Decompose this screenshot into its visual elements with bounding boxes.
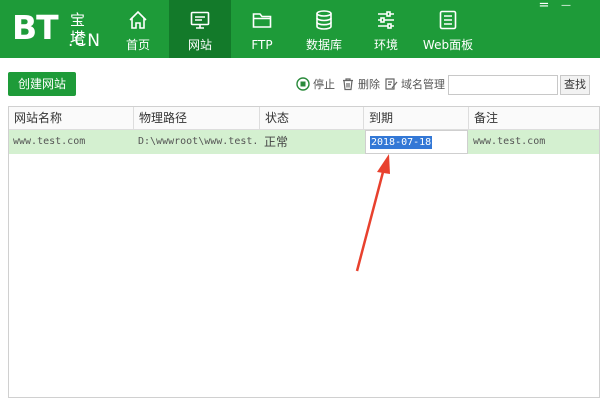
delete-button[interactable]: 删除 (341, 77, 380, 93)
cell-path[interactable]: D:\wwwroot\www.test... (134, 130, 260, 154)
column-header-status[interactable]: 状态 (260, 107, 364, 129)
search-input[interactable] (448, 75, 558, 95)
monitor-icon (190, 11, 210, 29)
nav-label-website: 网站 (187, 38, 212, 52)
nav-label-web-panel: Web面板 (422, 38, 474, 52)
create-website-button[interactable]: 创建网站 (8, 72, 76, 96)
cell-status[interactable]: 正常 (260, 130, 364, 154)
cell-site-name[interactable]: www.test.com (9, 130, 134, 154)
stop-label: 停止 (313, 78, 335, 91)
stop-icon (296, 77, 310, 91)
expiry-edit-field[interactable]: 2018-07-18 (365, 130, 468, 154)
window-menu-button[interactable]: = (535, 0, 553, 14)
trash-icon (343, 78, 353, 91)
nav-label-database: 数据库 (305, 38, 342, 52)
nav-item-web-panel[interactable]: Web面板 (417, 0, 479, 58)
nav-item-home[interactable]: 首页 (107, 0, 169, 58)
column-header-expiry[interactable]: 到期 (364, 107, 469, 129)
panel-list-icon (439, 10, 457, 30)
search-button[interactable]: 查找 (560, 75, 590, 95)
top-header: BT 宝塔 .CN 首页 网站 FTP 数据库 环境 Web面板 = — (0, 0, 600, 58)
delete-label: 删除 (358, 78, 380, 91)
nav-item-website[interactable]: 网站 (169, 0, 231, 58)
column-header-site-name[interactable]: 网站名称 (9, 107, 134, 129)
nav-item-environment[interactable]: 环境 (355, 0, 417, 58)
table-row[interactable]: www.test.com D:\wwwroot\www.test... 正常 2… (9, 130, 599, 154)
column-header-note[interactable]: 备注 (469, 107, 599, 129)
window-minimize-button[interactable]: — (557, 0, 575, 14)
domain-manage-label: 域名管理 (401, 78, 445, 91)
cell-note[interactable]: www.test.com (469, 130, 599, 154)
expiry-selected-text[interactable]: 2018-07-18 (370, 136, 433, 149)
database-icon (316, 10, 332, 30)
table-header: 网站名称 物理路径 状态 到期 备注 (9, 107, 599, 130)
nav-label-ftp: FTP (251, 38, 273, 52)
edit-document-icon (385, 78, 398, 90)
sliders-icon (378, 11, 394, 29)
stop-button[interactable]: 停止 (296, 77, 335, 93)
nav-label-environment: 环境 (373, 38, 398, 52)
column-header-path[interactable]: 物理路径 (134, 107, 260, 129)
nav-item-database[interactable]: 数据库 (293, 0, 355, 58)
home-icon (129, 10, 147, 29)
website-table: 网站名称 物理路径 状态 到期 备注 www.test.com D:\wwwro… (8, 106, 600, 398)
domain-manage-button[interactable]: 域名管理 (384, 77, 445, 93)
folder-icon (252, 13, 272, 28)
logo-bt-text: BT (12, 8, 59, 47)
logo-cn-text: .CN (68, 31, 101, 51)
nav-label-home: 首页 (125, 38, 150, 52)
nav-item-ftp[interactable]: FTP (231, 0, 293, 58)
